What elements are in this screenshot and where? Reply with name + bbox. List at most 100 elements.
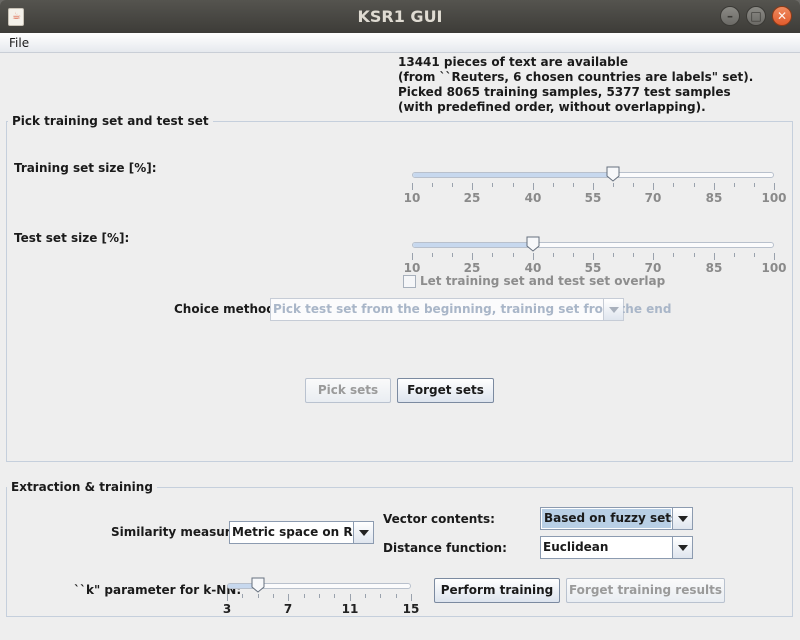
slider-tick [273,594,274,598]
slider-tick [334,594,335,598]
slider-tick-label: 10 [403,191,421,205]
choice-method-select[interactable]: Pick test set from the beginning, traini… [270,298,671,321]
pick-sets-button[interactable]: Pick sets [305,378,391,403]
chevron-down-icon[interactable] [672,508,692,529]
slider-tick [653,253,654,260]
slider-tick [553,183,554,187]
maximize-icon[interactable]: □ [746,6,766,26]
slider-tick-label: 100 [761,191,787,205]
slider-tick [573,183,574,187]
slider-fill [413,173,613,177]
extraction-title: Extraction & training [7,480,157,494]
slider-tick [754,183,755,187]
window-titlebar[interactable]: ☕ KSR1 GUI – □ ✕ [0,0,800,33]
dataset-info: 13441 pieces of text are available (from… [398,55,753,115]
info-line: (from ``Reuters, 6 chosen countries are … [398,70,754,84]
slider-tick [613,253,614,257]
slider-tick-label: 55 [584,261,602,275]
slider-thumb[interactable] [606,166,620,182]
distance-function-select[interactable]: Euclidean [540,536,693,559]
slider-tick [258,594,259,598]
minimize-icon[interactable]: – [720,6,740,26]
slider-tick [694,253,695,257]
slider-tick-label: 70 [644,191,662,205]
slider-tick [396,594,397,598]
slider-tick [513,183,514,187]
slider-tick [365,594,366,598]
slider-tick [754,253,755,257]
slider-tick [452,183,453,187]
slider-tick [573,253,574,257]
distance-function-value: Euclidean [543,540,609,554]
vector-contents-value: Based on fuzzy sets [542,509,678,528]
slider-tick [774,253,775,260]
slider-tick-label: 85 [705,261,723,275]
slider-thumb[interactable] [526,236,540,252]
slider-tick [613,183,614,187]
slider-tick [593,253,594,260]
window-client: File 13441 pieces of text are available … [0,33,800,640]
slider-tick [673,253,674,257]
similarity-label: Similarity measure: [111,525,244,539]
info-line: 13441 pieces of text are available [398,55,629,69]
distance-function-label: Distance function: [383,541,507,555]
slider-tick [380,594,381,598]
close-icon[interactable]: ✕ [772,6,792,26]
k-parameter-label: ``k" parameter for k-NN: [74,583,242,597]
perform-training-button[interactable]: Perform training [434,578,560,603]
choice-method-label: Choice method: [174,302,280,316]
chevron-down-icon[interactable] [672,537,692,558]
slider-tick [533,253,534,260]
slider-tick [452,253,453,257]
slider-tick [412,183,413,190]
similarity-select[interactable]: Metric space on R^n [229,521,374,544]
slider-tick-label: 100 [761,261,787,275]
slider-tick-label: 25 [463,261,481,275]
slider-tick [633,253,634,257]
slider-tick [694,183,695,187]
slider-tick [633,183,634,187]
forget-training-button[interactable]: Forget training results [566,578,725,603]
slider-tick-label: 85 [705,191,723,205]
menubar: File [0,33,800,53]
forget-sets-button[interactable]: Forget sets [397,378,494,403]
slider-tick [734,253,735,257]
main-panel: 13441 pieces of text are available (from… [0,53,800,640]
slider-track[interactable] [412,242,774,248]
overlap-checkbox[interactable] [403,275,416,288]
slider-tick [593,183,594,190]
vector-contents-select[interactable]: Based on fuzzy sets [540,507,693,530]
slider-tick [492,253,493,257]
slider-tick [774,183,775,190]
slider-tick-label: 3 [222,602,232,616]
slider-tick [432,253,433,257]
chevron-down-icon[interactable] [603,299,623,320]
slider-tick [673,183,674,187]
slider-fill [413,243,532,247]
slider-tick [472,183,473,190]
slider-tick [533,183,534,190]
menu-file[interactable]: File [9,36,29,50]
slider-tick [412,253,413,260]
slider-tick-label: 55 [584,191,602,205]
info-line: (with predefined order, without overlapp… [398,100,706,114]
slider-tick [304,594,305,598]
slider-tick-label: 11 [341,602,359,616]
window-title: KSR1 GUI [357,7,443,26]
slider-tick-label: 15 [402,602,420,616]
test-size-label: Test set size [%]: [14,231,130,245]
slider-tick [653,183,654,190]
slider-tick [227,594,228,601]
chevron-down-icon[interactable] [353,522,373,543]
slider-track[interactable] [412,172,774,178]
slider-tick-label: 25 [463,191,481,205]
slider-tick [432,183,433,187]
slider-tick [553,253,554,257]
slider-tick [714,183,715,190]
similarity-value: Metric space on R^n [232,525,372,539]
slider-thumb[interactable] [251,577,265,593]
slider-tick [513,253,514,257]
slider-tick [734,183,735,187]
slider-tick [492,183,493,187]
slider-tick-label: 7 [283,602,293,616]
